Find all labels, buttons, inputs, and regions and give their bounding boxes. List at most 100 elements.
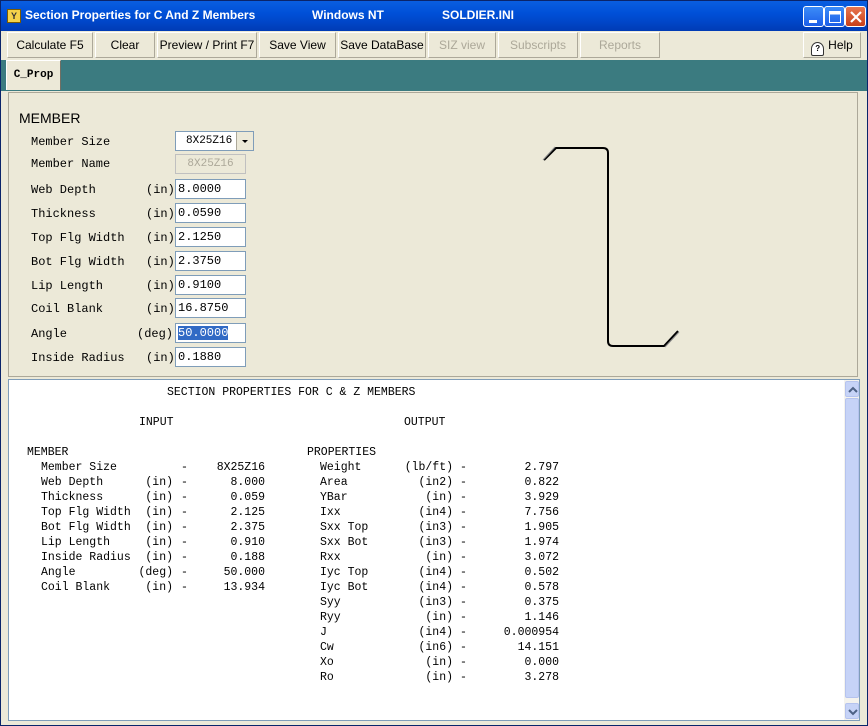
report-output-value: 7.756 (524, 506, 559, 519)
minimize-button[interactable] (803, 6, 824, 27)
top-flg-width-input[interactable]: 2.1250 (175, 227, 246, 247)
app-window: Y Section Properties for C And Z Members… (0, 0, 868, 726)
report-output-unit: (in) (425, 491, 453, 504)
field-unit: (in) (146, 231, 175, 245)
field-label: Coil Blank (31, 302, 104, 316)
report-output-unit: (in3) (418, 521, 453, 534)
input-panel (8, 92, 858, 377)
report-output-value: 3.929 (524, 491, 559, 504)
field-label: Angle (31, 327, 68, 341)
report-dash: - (181, 521, 188, 534)
report-output-unit: (in4) (418, 626, 453, 639)
report-input-label: Lip Length (41, 536, 111, 549)
member-size-select[interactable]: 8X25Z16 (175, 131, 254, 151)
ini-label: SOLDIER.INI (442, 8, 515, 22)
report-input-unit: (in) (145, 551, 173, 564)
tab-c-prop[interactable]: C_Prop (6, 60, 61, 90)
report-input-label: Top Flg Width (41, 506, 131, 519)
member-size-label: Member Size (31, 135, 111, 149)
title-bar[interactable]: Y Section Properties for C And Z Members… (1, 1, 867, 31)
report-output[interactable]: SECTION PROPERTIES FOR C & Z MEMBERS INP… (8, 379, 860, 721)
report-input-unit: (in) (145, 476, 173, 489)
toolbar: Calculate F5 Clear Preview / Print F7 Sa… (1, 31, 867, 61)
report-output-unit: (in4) (418, 581, 453, 594)
minimize-icon (809, 20, 817, 23)
report-output-value: 0.578 (524, 581, 559, 594)
report-output-value: 0.502 (524, 566, 559, 579)
maximize-button[interactable] (824, 6, 845, 27)
vertical-scrollbar[interactable] (844, 380, 859, 720)
thickness-input[interactable]: 0.0590 (175, 203, 246, 223)
scroll-up-button[interactable] (845, 381, 859, 397)
report-output-unit: (in) (425, 611, 453, 624)
report-dash: - (460, 596, 467, 609)
field-unit: (in) (146, 302, 175, 316)
report-dash: - (460, 656, 467, 669)
report-input-label: Member Size (41, 461, 117, 474)
field-label: Web Depth (31, 183, 96, 197)
field-label: Bot Flg Width (31, 255, 125, 269)
field-label: Lip Length (31, 279, 104, 293)
report-dash: - (460, 671, 467, 684)
field-unit: (in) (146, 255, 175, 269)
help-button[interactable]: ? Help (803, 32, 861, 58)
member-name-field[interactable]: 8X25Z16 (175, 154, 246, 174)
report-input-value: 2.375 (230, 521, 265, 534)
properties-heading: PROPERTIES (307, 446, 377, 459)
app-icon[interactable]: Y (7, 9, 21, 23)
report-output-unit: (in3) (418, 596, 453, 609)
bot-flg-width-input[interactable]: 2.3750 (175, 251, 246, 271)
report-output-unit: (in) (425, 551, 453, 564)
siz-view-button[interactable]: SIZ view (428, 32, 496, 58)
report-input-label: Inside Radius (41, 551, 131, 564)
field-unit: (in) (146, 351, 175, 365)
member-heading: MEMBER (27, 446, 69, 459)
subscripts-button[interactable]: Subscripts (498, 32, 578, 58)
clear-button[interactable]: Clear (95, 32, 155, 58)
report-dash: - (460, 491, 467, 504)
report-output-value: 3.072 (524, 551, 559, 564)
report-output-label: Area (320, 476, 348, 489)
preview-print-button[interactable]: Preview / Print F7 (157, 32, 257, 58)
output-heading: OUTPUT (404, 416, 446, 429)
report-output-label: Ixx (320, 506, 341, 519)
coil-blank-input[interactable]: 16.8750 (175, 298, 246, 318)
lip-length-input[interactable]: 0.9100 (175, 275, 246, 295)
report-output-label: Iyc Top (320, 566, 369, 579)
report-input-unit: (in) (145, 536, 173, 549)
report-input-unit: (deg) (138, 566, 173, 579)
angle-input[interactable]: 50.0000 (175, 323, 246, 343)
report-dash: - (460, 521, 467, 534)
web-depth-input[interactable]: 8.0000 (175, 179, 246, 199)
report-output-label: Sxx Top (320, 521, 369, 534)
help-label: Help (828, 38, 853, 52)
report-dash: - (181, 461, 188, 474)
report-input-value: 0.188 (230, 551, 265, 564)
chevron-down-icon[interactable] (236, 132, 253, 150)
report-dash: - (181, 551, 188, 564)
report-output-value: 1.905 (524, 521, 559, 534)
report-output-label: Sxx Bot (320, 536, 369, 549)
report-dash: - (181, 491, 188, 504)
report-output-unit: (in3) (418, 536, 453, 549)
report-dash: - (460, 476, 467, 489)
scroll-thumb[interactable] (845, 398, 859, 698)
scroll-down-button[interactable] (845, 703, 859, 719)
close-button[interactable] (845, 6, 866, 27)
inside-radius-input[interactable]: 0.1880 (175, 347, 246, 367)
field-unit: (deg) (137, 327, 174, 341)
report-output-unit: (in4) (418, 506, 453, 519)
save-database-button[interactable]: Save DataBase (338, 32, 426, 58)
calculate-button[interactable]: Calculate F5 (7, 32, 93, 58)
member-size-value: 8X25Z16 (186, 135, 233, 147)
report-dash: - (181, 476, 188, 489)
reports-button[interactable]: Reports (580, 32, 660, 58)
report-output-value: 0.000954 (503, 626, 559, 639)
save-view-button[interactable]: Save View (259, 32, 336, 58)
report-output-label: Iyc Bot (320, 581, 369, 594)
report-output-label: YBar (320, 491, 348, 504)
report-dash: - (460, 536, 467, 549)
report-input-value: 2.125 (230, 506, 265, 519)
report-output-label: J (320, 626, 327, 639)
report-input-label: Web Depth (41, 476, 104, 489)
